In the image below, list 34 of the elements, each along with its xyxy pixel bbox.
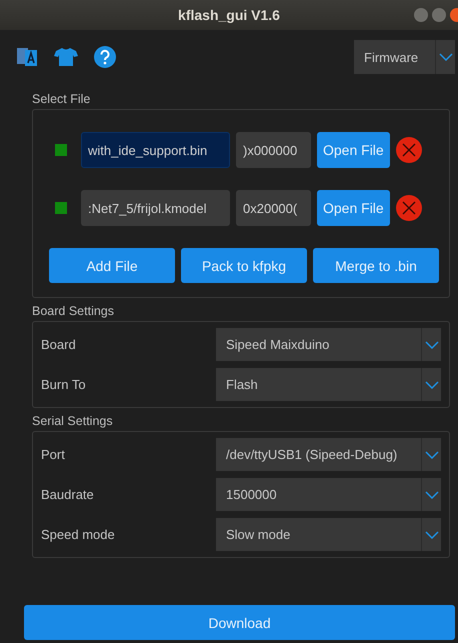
- setting-dropdown[interactable]: Flash: [216, 368, 441, 401]
- chevron-down-icon: [424, 490, 438, 498]
- mode-dropdown[interactable]: Firmware: [354, 40, 455, 74]
- file-path-field[interactable]: with_ide_support.bin: [81, 132, 230, 168]
- chevron-down-icon: [424, 530, 438, 538]
- setting-dropdown[interactable]: 1500000: [216, 478, 441, 511]
- setting-dropdown[interactable]: Slow mode: [216, 518, 441, 551]
- setting-label: Baudrate: [41, 487, 95, 502]
- maximize-icon[interactable]: [432, 8, 446, 22]
- window-title: kflash_gui V1.6: [178, 7, 280, 23]
- setting-label: Port: [41, 447, 66, 462]
- group-title: Serial Settings: [32, 414, 114, 428]
- chevron-down-icon: [424, 340, 438, 348]
- translate-icon[interactable]: [16, 46, 38, 68]
- checkbox[interactable]: [55, 144, 67, 156]
- help-icon[interactable]: [94, 46, 116, 68]
- checkbox[interactable]: [55, 202, 67, 214]
- chevron-down-icon: [424, 450, 438, 458]
- file-path-field[interactable]: :Net7_5/frijol.kmodel: [81, 190, 230, 226]
- t-shirt-icon[interactable]: [54, 47, 78, 67]
- chevron-down-icon: [424, 380, 438, 388]
- remove-icon[interactable]: [396, 195, 422, 221]
- chevron-down-icon: [438, 53, 452, 61]
- setting-label: Board: [41, 337, 77, 352]
- minimize-icon[interactable]: [414, 8, 428, 22]
- address-field[interactable]: 0x20000(: [236, 190, 311, 226]
- address-field[interactable]: )x000000: [236, 132, 311, 168]
- remove-icon[interactable]: [396, 137, 422, 163]
- setting-dropdown[interactable]: /dev/ttyUSB1 (Sipeed-Debug): [216, 438, 441, 471]
- setting-label: Speed mode: [41, 527, 116, 542]
- group-title: Board Settings: [32, 304, 115, 318]
- group-title: Select File: [32, 92, 92, 106]
- setting-dropdown[interactable]: Sipeed Maixduino: [216, 328, 441, 361]
- setting-label: Burn To: [41, 377, 87, 392]
